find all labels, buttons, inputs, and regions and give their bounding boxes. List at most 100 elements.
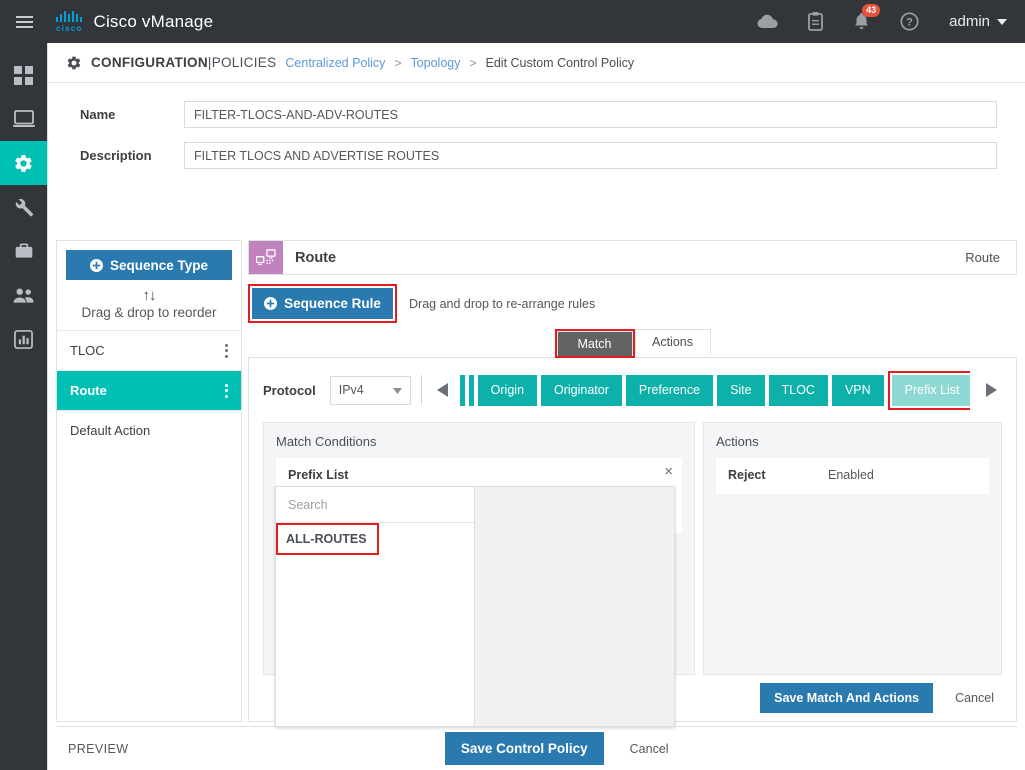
sequence-rule-toolbar: Sequence Rule Drag and drop to re-arrang… xyxy=(248,275,1017,329)
rail-item-tools[interactable] xyxy=(0,185,47,229)
chip-partial-left[interactable] xyxy=(460,375,465,406)
rail-item-configuration[interactable] xyxy=(0,141,47,185)
breadcrumb-separator-2: > xyxy=(470,56,477,70)
bell-icon[interactable]: 43 xyxy=(853,12,870,31)
chevron-down-icon xyxy=(393,383,402,397)
match-chip-origin[interactable]: Origin xyxy=(478,375,537,406)
breadcrumb-link-topology[interactable]: Topology xyxy=(410,56,460,70)
description-label: Description xyxy=(64,148,184,163)
plus-circle-icon xyxy=(90,259,103,272)
chevron-right-icon[interactable] xyxy=(980,383,1002,397)
policy-form: Name Description xyxy=(48,83,1025,197)
tab-actions[interactable]: Actions xyxy=(635,329,711,354)
rule-cancel-button[interactable]: Cancel xyxy=(955,691,994,705)
rail-item-administration[interactable] xyxy=(0,273,47,317)
match-chip-originator[interactable]: Originator xyxy=(541,375,622,406)
breadcrumb-section: CONFIGURATION xyxy=(91,55,208,70)
breadcrumb-current: Edit Custom Control Policy xyxy=(486,56,635,70)
route-panel-title: Route xyxy=(283,250,336,266)
brand: cisco Cisco vManage xyxy=(48,11,213,33)
match-chip-list: Origin Originator Preference Site TLOC V… xyxy=(460,371,971,410)
help-icon[interactable]: ? xyxy=(900,12,919,31)
action-card-reject: Reject Enabled xyxy=(716,458,989,494)
save-match-and-actions-button[interactable]: Save Match And Actions xyxy=(760,683,933,713)
rail-item-monitor[interactable] xyxy=(0,97,47,141)
match-chip-tloc[interactable]: TLOC xyxy=(769,375,828,406)
prefix-list-dropdown: Search ALL-ROUTES xyxy=(275,486,675,727)
dropdown-search-input[interactable]: Search xyxy=(276,487,474,523)
dropdown-options-panel: Search ALL-ROUTES xyxy=(275,486,475,727)
breadcrumb-subsection: POLICIES xyxy=(212,55,277,70)
page-footer: PREVIEW Save Control Policy Cancel xyxy=(56,726,1017,770)
sequence-item-default-action[interactable]: Default Action xyxy=(57,410,241,450)
kebab-menu-icon[interactable] xyxy=(225,344,228,358)
route-panel-header: Route Route xyxy=(248,240,1017,275)
action-value: Enabled xyxy=(828,468,874,482)
match-chip-site[interactable]: Site xyxy=(717,375,765,406)
breadcrumb-link-centralized-policy[interactable]: Centralized Policy xyxy=(285,56,385,70)
protocol-select-value: IPv4 xyxy=(339,383,364,397)
user-menu[interactable]: admin xyxy=(949,13,1007,30)
preview-button[interactable]: PREVIEW xyxy=(56,742,128,756)
reorder-hint: ↑↓ Drag & drop to reorder xyxy=(57,280,241,330)
match-chip-preference[interactable]: Preference xyxy=(626,375,713,406)
app-title: Cisco vManage xyxy=(93,12,213,32)
rail-item-reports[interactable] xyxy=(0,317,47,361)
prefix-list-label: Prefix List xyxy=(288,468,670,482)
top-navigation-bar: cisco Cisco vManage 43 ? admin xyxy=(0,0,1025,43)
match-actions-tabrow: Match Actions xyxy=(248,329,1017,358)
hamburger-icon[interactable] xyxy=(0,16,48,28)
reorder-text: Drag & drop to reorder xyxy=(57,305,241,320)
prefix-list-chip-highlight: Prefix List xyxy=(888,371,971,410)
add-sequence-type-label: Sequence Type xyxy=(110,258,208,273)
route-node-icon xyxy=(249,241,283,274)
close-icon[interactable]: × xyxy=(664,464,673,479)
sequence-rule-highlight: Sequence Rule xyxy=(248,284,397,323)
divider xyxy=(421,375,422,405)
name-row: Name xyxy=(64,101,1009,128)
match-chip-prefix-list[interactable]: Prefix List xyxy=(892,375,971,406)
sequence-item-route[interactable]: Route xyxy=(57,370,241,410)
match-chip-vpn[interactable]: VPN xyxy=(832,375,884,406)
cloud-icon[interactable] xyxy=(757,14,778,29)
kebab-menu-icon[interactable] xyxy=(225,384,228,398)
sequence-item-label: Default Action xyxy=(70,423,228,438)
vmanage-app: cisco Cisco vManage 43 ? admin xyxy=(0,0,1025,770)
description-input[interactable] xyxy=(184,142,997,169)
rail-item-maintenance[interactable] xyxy=(0,229,47,273)
rail-item-dashboard[interactable] xyxy=(0,53,47,97)
drag-rules-hint: Drag and drop to re-arrange rules xyxy=(397,297,595,311)
gear-icon xyxy=(66,55,82,71)
match-actions-tabs: Match Actions xyxy=(555,329,711,358)
protocol-label: Protocol xyxy=(263,383,316,398)
footer-cancel-button[interactable]: Cancel xyxy=(630,742,669,756)
actions-pane: Actions Reject Enabled xyxy=(703,422,1002,675)
actions-header: Actions xyxy=(704,423,1001,458)
breadcrumb-separator-1: > xyxy=(394,56,401,70)
breadcrumb: CONFIGURATION|POLICIES Centralized Polic… xyxy=(48,43,1025,83)
cisco-logo-icon: cisco xyxy=(56,11,82,33)
plus-circle-icon xyxy=(264,297,277,310)
name-input[interactable] xyxy=(184,101,997,128)
action-row: Reject Enabled xyxy=(728,468,977,482)
sequence-item-tloc[interactable]: TLOC xyxy=(57,330,241,370)
route-panel-type: Route xyxy=(965,250,1016,265)
chip-partial-left-2[interactable] xyxy=(469,375,474,406)
footer-actions: Save Control Policy Cancel xyxy=(445,732,669,765)
cisco-logo-text: cisco xyxy=(56,24,82,33)
dropdown-option-all-routes[interactable]: ALL-ROUTES xyxy=(278,525,377,553)
match-tab-highlight: Match xyxy=(555,329,635,358)
protocol-and-match-chips: Protocol IPv4 xyxy=(249,358,1016,422)
tab-match[interactable]: Match xyxy=(557,331,633,356)
chevron-left-icon[interactable] xyxy=(432,383,454,397)
sequence-item-label: TLOC xyxy=(70,343,225,358)
description-row: Description xyxy=(64,142,1009,169)
save-control-policy-button[interactable]: Save Control Policy xyxy=(445,732,604,765)
add-sequence-rule-label: Sequence Rule xyxy=(284,296,381,311)
add-sequence-rule-button[interactable]: Sequence Rule xyxy=(252,288,393,319)
protocol-select[interactable]: IPv4 xyxy=(330,376,411,405)
reorder-arrows-icon: ↑↓ xyxy=(57,287,241,304)
clipboard-icon[interactable] xyxy=(808,12,823,31)
add-sequence-type-button[interactable]: Sequence Type xyxy=(66,250,232,280)
dropdown-option-highlight: ALL-ROUTES xyxy=(276,523,379,555)
